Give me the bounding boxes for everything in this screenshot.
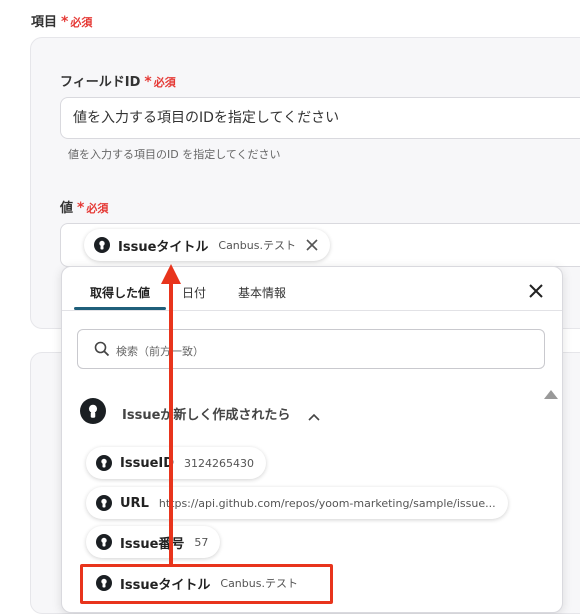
annotation-arrow — [161, 264, 181, 566]
